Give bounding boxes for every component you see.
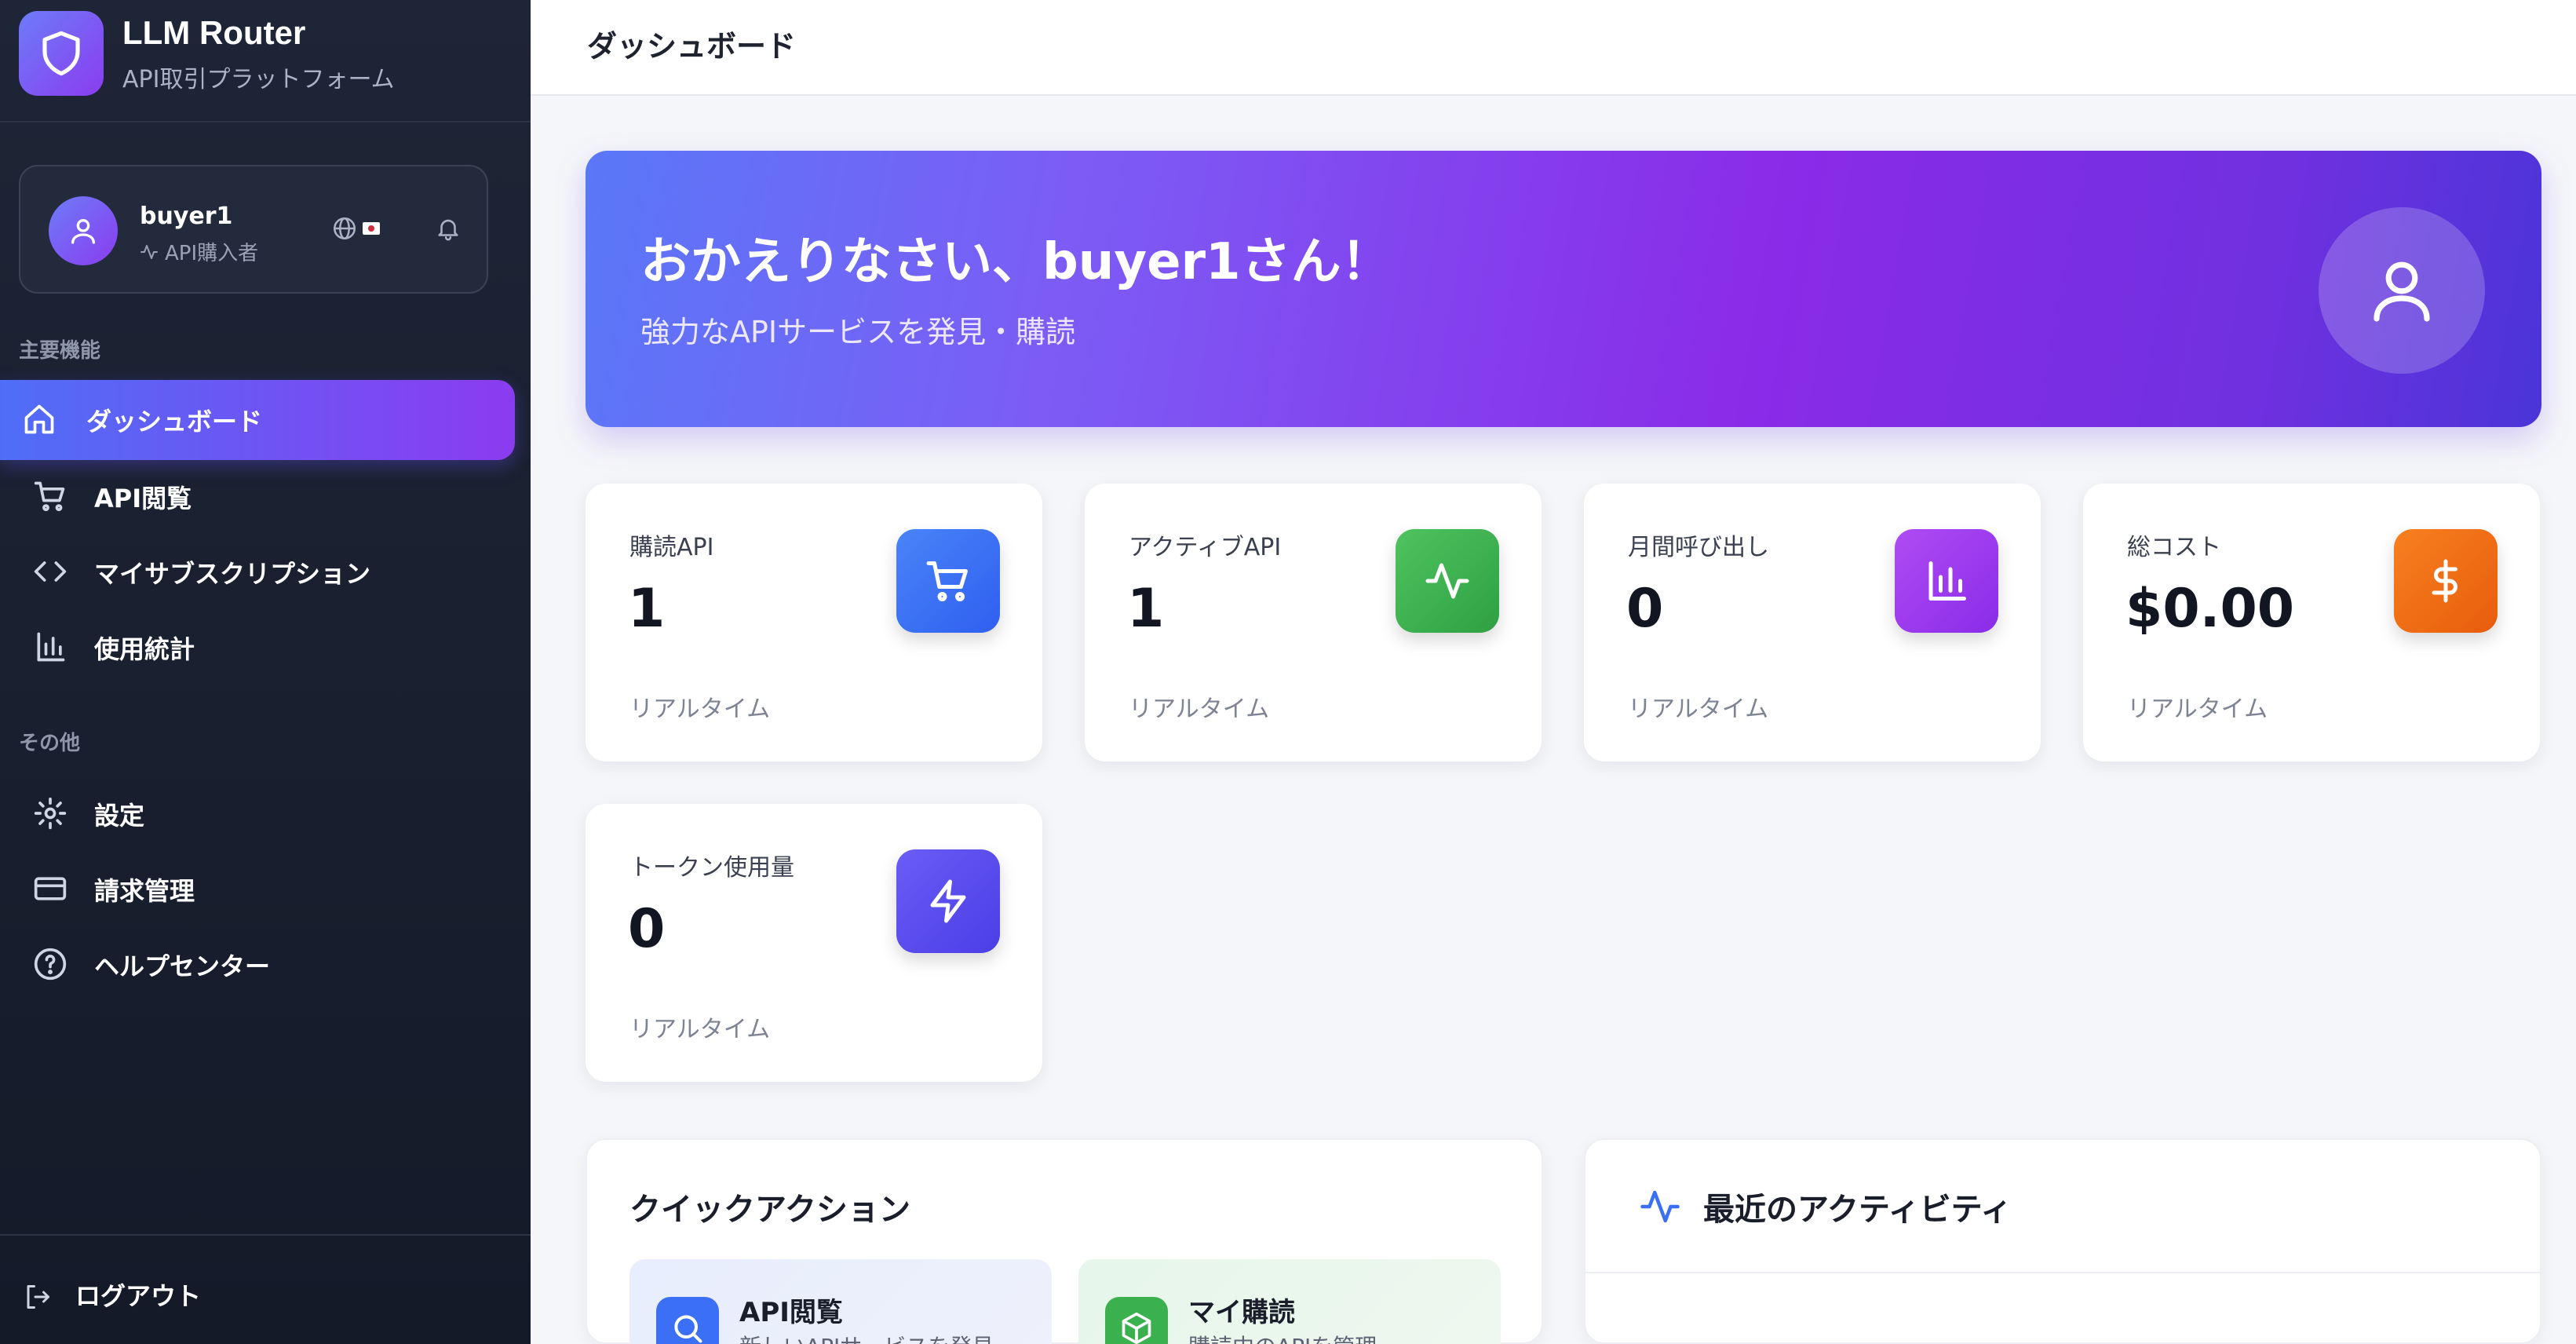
logout-button[interactable]: ログアウト: [0, 1259, 531, 1330]
recent-activity-panel: 最近のアクティビティ: [1584, 1138, 2541, 1344]
globe-icon: [333, 217, 356, 240]
stat-foot: リアルタイム: [629, 696, 771, 723]
app-root: LLM Router API取引プラットフォーム buyer1 API購入者 主…: [0, 0, 2576, 1344]
quick-action-title: マイ購読: [1188, 1297, 1295, 1328]
code-icon: [33, 554, 68, 595]
sidebar-item-label: 請求管理: [94, 876, 195, 906]
stat-label: アクティブAPI: [1129, 534, 1282, 561]
user-role: API購入者: [140, 237, 258, 266]
stat-foot: リアルタイム: [629, 1016, 771, 1043]
page-title: ダッシュボード: [587, 29, 797, 64]
stat-value: 0: [628, 898, 666, 960]
stat-label: 総コスト: [2127, 534, 2221, 561]
quick-actions-title: クイックアクション: [629, 1192, 910, 1228]
user-card[interactable]: buyer1 API購入者: [19, 165, 488, 294]
sidebar-item-usage-stats[interactable]: 使用統計: [0, 608, 515, 688]
user-name: buyer1: [140, 203, 233, 230]
box-icon: [1105, 1297, 1168, 1344]
nav-section-main: 主要機能: [19, 339, 101, 363]
stat-value: 1: [628, 578, 666, 640]
stat-value: $0.00: [2125, 578, 2295, 640]
topbar: ダッシュボード: [531, 0, 2576, 96]
sidebar-item-label: ヘルプセンター: [94, 951, 271, 981]
activity-icon: [1396, 529, 1499, 633]
divider: [1585, 1272, 2540, 1273]
stat-label: 購読API: [629, 534, 714, 561]
sidebar-item-settings[interactable]: 設定: [0, 774, 515, 854]
quick-action-title: API閲覧: [739, 1297, 843, 1328]
recent-activity-title: 最近のアクティビティ: [1703, 1192, 2012, 1228]
stat-foot: リアルタイム: [1628, 696, 1769, 723]
stat-card-token-usage: トークン使用量 0 リアルタイム: [586, 804, 1042, 1082]
credit-card-icon: [33, 871, 68, 912]
brand: LLM Router API取引プラットフォーム: [0, 0, 531, 122]
quick-action-my-subscriptions[interactable]: マイ購読 購読中のAPIを管理: [1078, 1259, 1501, 1344]
notification-button[interactable]: [435, 215, 462, 245]
stat-card-monthly-calls: 月間呼び出し 0 リアルタイム: [1584, 484, 2041, 761]
quick-actions-panel: クイックアクション API閲覧 新しいAPIサービスを発見 マイ購読 購読中のA…: [586, 1138, 1543, 1344]
nav-section-other: その他: [19, 732, 81, 755]
logout-icon: [24, 1283, 52, 1317]
cart-icon: [33, 479, 68, 520]
sidebar-item-label: ダッシュボード: [86, 407, 263, 436]
stat-card-active-api: アクティブAPI 1 リアルタイム: [1085, 484, 1542, 761]
logout-label: ログアウト: [75, 1281, 202, 1311]
search-icon: [656, 1297, 719, 1344]
bar-chart-icon: [1895, 529, 1998, 633]
sidebar-item-dashboard[interactable]: ダッシュボード: [0, 380, 515, 460]
quick-action-desc: 購読中のAPIを管理: [1188, 1330, 1377, 1344]
quick-action-api-browse[interactable]: API閲覧 新しいAPIサービスを発見: [629, 1259, 1052, 1344]
sidebar-item-label: 設定: [94, 801, 145, 831]
stat-label: 月間呼び出し: [1628, 534, 1769, 561]
activity-icon: [1640, 1190, 1680, 1223]
bell-icon: [438, 219, 458, 241]
dollar-icon: [2394, 529, 2498, 633]
cart-icon: [896, 529, 1000, 633]
stat-card-total-cost: 総コスト $0.00 リアルタイム: [2083, 484, 2540, 761]
stat-foot: リアルタイム: [2127, 696, 2268, 723]
sidebar-item-label: API閲覧: [94, 484, 192, 513]
help-icon: [33, 947, 68, 988]
quick-action-desc: 新しいAPIサービスを発見: [739, 1330, 994, 1344]
japan-flag-icon: [363, 222, 380, 235]
stat-foot: リアルタイム: [1129, 696, 1270, 723]
sidebar-item-help[interactable]: ヘルプセンター: [0, 925, 515, 1005]
brand-title: LLM Router: [122, 14, 306, 51]
sidebar-item-label: マイサブスクリプション: [94, 559, 371, 589]
activity-icon: [140, 244, 158, 259]
user-role-label: API購入者: [165, 242, 259, 265]
lightning-icon: [896, 849, 1000, 953]
language-button[interactable]: [331, 215, 380, 242]
sidebar-item-api-browse[interactable]: API閲覧: [0, 457, 515, 537]
sidebar: LLM Router API取引プラットフォーム buyer1 API購入者 主…: [0, 0, 531, 1344]
home-icon: [22, 402, 57, 443]
user-avatar-icon: [49, 196, 118, 265]
brand-subtitle: API取引プラットフォーム: [122, 66, 395, 93]
welcome-banner: おかえりなさい、buyer1さん！ 強力なAPIサービスを発見・購読: [586, 151, 2541, 427]
stat-label: トークン使用量: [629, 854, 794, 882]
stat-value: 1: [1127, 578, 1165, 640]
welcome-title: おかえりなさい、buyer1さん！: [640, 233, 1392, 291]
sidebar-item-subscriptions[interactable]: マイサブスクリプション: [0, 532, 515, 612]
stat-card-subscribed-api: 購読API 1 リアルタイム: [586, 484, 1042, 761]
sidebar-item-billing[interactable]: 請求管理: [0, 849, 515, 929]
divider: [0, 1234, 531, 1236]
sidebar-item-label: 使用統計: [94, 634, 195, 664]
bar-chart-icon: [33, 630, 68, 670]
gear-icon: [33, 796, 68, 837]
user-icon: [2319, 207, 2485, 374]
welcome-subtitle: 強力なAPIサービスを発見・購読: [640, 315, 1076, 349]
stat-value: 0: [1626, 578, 1664, 640]
shield-logo-icon: [19, 11, 104, 96]
